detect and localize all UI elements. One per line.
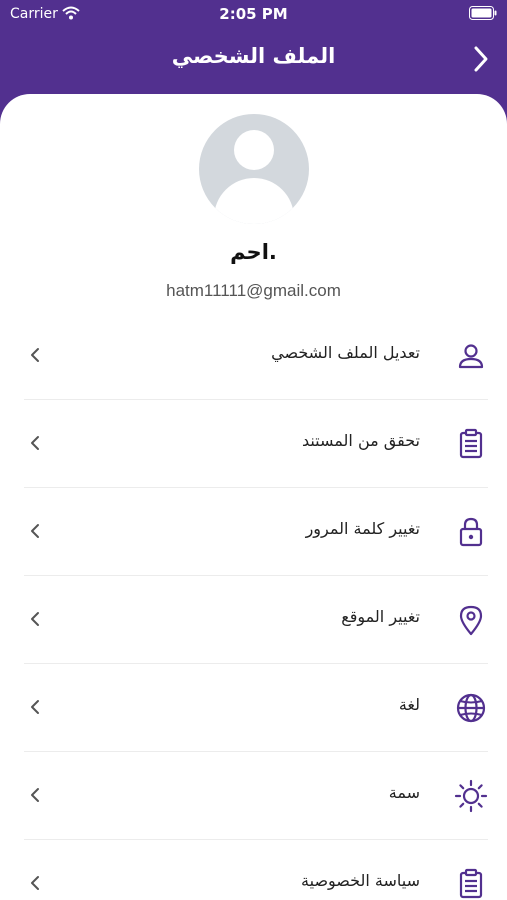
back-button[interactable] xyxy=(469,44,493,74)
clipboard-icon xyxy=(459,868,483,899)
menu-item-change-location[interactable]: تغيير الموقع xyxy=(24,576,488,664)
status-bar: Carrier 2:05 PM xyxy=(0,0,507,28)
chevron-right-icon xyxy=(474,46,488,72)
globe-icon xyxy=(456,693,486,723)
location-pin-icon xyxy=(459,605,483,636)
menu-item-edit-profile[interactable]: تعديل الملف الشخصي xyxy=(24,312,488,400)
menu-item-label: تغيير الموقع xyxy=(341,607,420,626)
status-time: 2:05 PM xyxy=(219,5,288,23)
chevron-left-icon xyxy=(31,876,39,890)
chevron-left-icon xyxy=(31,788,39,802)
menu-item-privacy-policy[interactable]: سياسة الخصوصية xyxy=(24,840,488,900)
menu-item-label: سياسة الخصوصية xyxy=(301,871,420,890)
sun-icon xyxy=(454,779,488,813)
chevron-left-icon xyxy=(31,524,39,538)
user-name: احم. xyxy=(230,240,277,264)
menu-item-language[interactable]: لغة xyxy=(24,664,488,752)
menu-item-label: لغة xyxy=(398,695,420,714)
menu-item-label: سمة xyxy=(388,783,420,802)
avatar[interactable] xyxy=(199,114,309,224)
settings-menu: تعديل الملف الشخصي تحقق من المستند تغيير… xyxy=(24,312,488,900)
menu-item-verify-document[interactable]: تحقق من المستند xyxy=(24,400,488,488)
clipboard-icon xyxy=(459,428,483,459)
chevron-left-icon xyxy=(31,348,39,362)
menu-item-label: تعديل الملف الشخصي xyxy=(271,343,420,362)
user-email: hatm11111@gmail.com xyxy=(166,281,341,300)
chevron-left-icon xyxy=(31,436,39,450)
battery-icon xyxy=(469,6,497,20)
user-icon xyxy=(458,344,484,369)
chevron-left-icon xyxy=(31,700,39,714)
avatar-head xyxy=(234,130,274,170)
menu-item-theme[interactable]: سمة xyxy=(24,752,488,840)
page-title: الملف الشخصي xyxy=(171,44,336,68)
menu-item-change-password[interactable]: تغيير كلمة المرور xyxy=(24,488,488,576)
avatar-body xyxy=(214,178,294,224)
lock-icon xyxy=(459,517,483,547)
menu-item-label: تحقق من المستند xyxy=(301,431,420,450)
chevron-left-icon xyxy=(31,612,39,626)
menu-item-label: تغيير كلمة المرور xyxy=(305,519,420,538)
